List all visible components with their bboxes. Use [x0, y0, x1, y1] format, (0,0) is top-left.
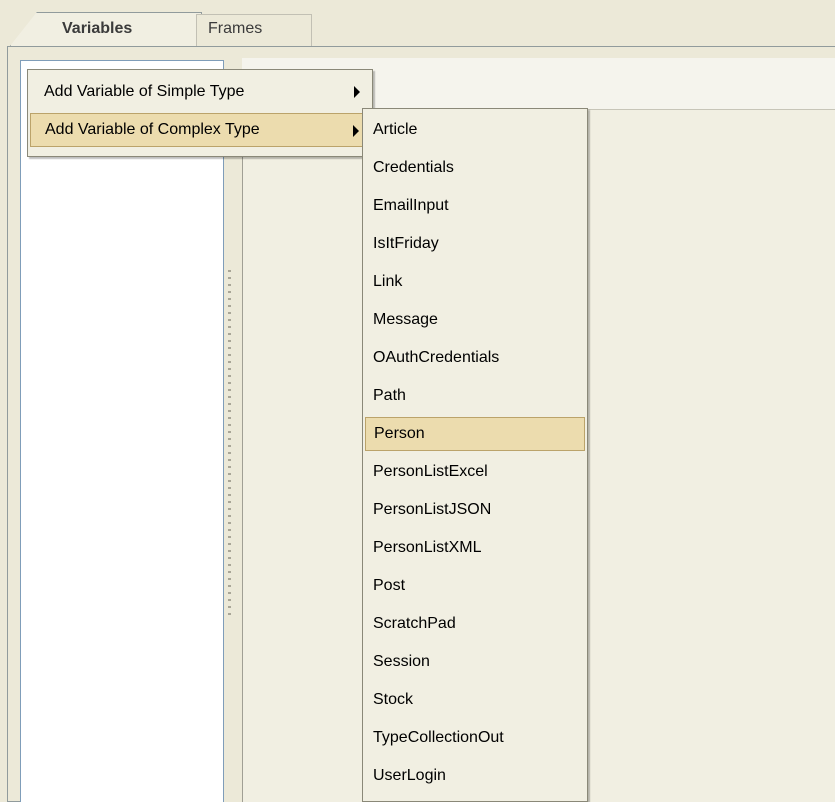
menu-item-label: Add Variable of Complex Type	[45, 121, 260, 138]
tab-bar: Variables Frames	[0, 0, 835, 46]
submenu-item-label: ScratchPad	[373, 615, 456, 632]
submenu-item-personlistexcel[interactable]: PersonListExcel	[365, 455, 585, 489]
submenu-item-credentials[interactable]: Credentials	[365, 151, 585, 185]
submenu-item-label: Stock	[373, 691, 414, 708]
submenu-item-personlistxml[interactable]: PersonListXML	[365, 531, 585, 565]
submenu-item-link[interactable]: Link	[365, 265, 585, 299]
submenu-item-label: Session	[373, 653, 430, 670]
submenu-item-label: PersonListExcel	[373, 463, 488, 480]
complex-type-submenu: Article Credentials EmailInput IsItFriday Li…	[362, 108, 588, 802]
submenu-item-label: UserLogin	[373, 767, 446, 784]
submenu-item-userlogin[interactable]: UserLogin	[365, 759, 585, 793]
submenu-item-label: TypeCollectionOut	[373, 729, 504, 746]
submenu-arrow-icon	[354, 86, 360, 98]
submenu-item-label: PersonListXML	[373, 539, 482, 556]
submenu-item-message[interactable]: Message	[365, 303, 585, 337]
submenu-item-post[interactable]: Post	[365, 569, 585, 603]
submenu-item-label: Link	[373, 273, 403, 290]
submenu-item-person[interactable]: Person	[365, 417, 585, 451]
splitter[interactable]	[224, 60, 242, 802]
menu-item-label: Add Variable of Simple Type	[44, 83, 245, 100]
submenu-item-stock[interactable]: Stock	[365, 683, 585, 717]
submenu-item-path[interactable]: Path	[365, 379, 585, 413]
submenu-item-label: Path	[373, 387, 406, 404]
submenu-item-label: Post	[373, 577, 406, 594]
submenu-item-label: Article	[373, 121, 418, 138]
submenu-item-article[interactable]: Article	[365, 113, 585, 147]
add-variable-context-menu: Add Variable of Simple Type Add Variable…	[27, 69, 373, 157]
submenu-item-label: PersonListJSON	[373, 501, 492, 518]
submenu-item-label: OAuthCredentials	[373, 349, 500, 366]
submenu-item-scratchpad[interactable]: ScratchPad	[365, 607, 585, 641]
submenu-arrow-icon	[353, 125, 359, 137]
submenu-item-emailinput[interactable]: EmailInput	[365, 189, 585, 223]
submenu-item-label: EmailInput	[373, 197, 449, 214]
submenu-item-label: Credentials	[373, 159, 454, 176]
submenu-item-personlistjson[interactable]: PersonListJSON	[365, 493, 585, 527]
tab-frames-label[interactable]: Frames	[208, 20, 262, 38]
submenu-item-session[interactable]: Session	[365, 645, 585, 679]
menu-item-add-complex-type[interactable]: Add Variable of Complex Type	[30, 113, 370, 147]
variables-list-panel[interactable]	[20, 60, 224, 802]
submenu-item-oauthcredentials[interactable]: OAuthCredentials	[365, 341, 585, 375]
tab-variables-label[interactable]: Variables	[62, 20, 132, 38]
submenu-item-typecollectionout[interactable]: TypeCollectionOut	[365, 721, 585, 755]
submenu-item-label: IsItFriday	[373, 235, 439, 252]
submenu-item-label: Message	[373, 311, 438, 328]
splitter-grip[interactable]	[228, 270, 231, 616]
submenu-item-label: Person	[374, 425, 425, 442]
submenu-item-isitfriday[interactable]: IsItFriday	[365, 227, 585, 261]
menu-item-add-simple-type[interactable]: Add Variable of Simple Type	[30, 75, 370, 109]
